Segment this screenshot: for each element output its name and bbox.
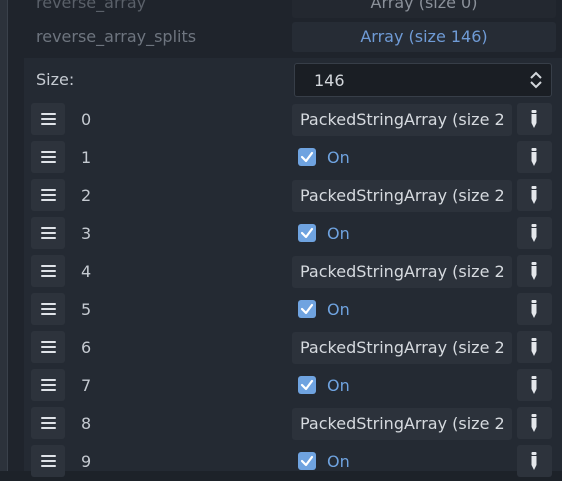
pencil-icon xyxy=(531,262,537,280)
checkbox-label[interactable]: On xyxy=(327,224,350,243)
array-element-row: 1 On xyxy=(24,139,562,177)
type-selector-button[interactable] xyxy=(517,445,552,477)
element-index: 5 xyxy=(81,300,92,319)
element-value-field[interactable]: PackedStringArray (size 2 xyxy=(292,332,512,364)
element-index: 6 xyxy=(81,338,92,357)
property-name: reverse_array xyxy=(36,0,147,12)
array-element-row: 4 PackedStringArray (size 2 xyxy=(24,253,562,291)
array-element-row: 6 PackedStringArray (size 2 xyxy=(24,329,562,367)
drag-handle-icon[interactable] xyxy=(31,407,65,439)
checkbox-label[interactable]: On xyxy=(327,148,350,167)
size-value[interactable]: 146 xyxy=(314,71,345,90)
spinner-arrows-icon[interactable] xyxy=(529,71,543,89)
element-index: 1 xyxy=(81,148,92,167)
type-selector-button[interactable] xyxy=(517,179,552,211)
element-value-field[interactable]: PackedStringArray (size 2 xyxy=(292,180,512,212)
property-value-button[interactable]: Array (size 0) xyxy=(292,0,556,18)
pencil-icon xyxy=(531,148,537,166)
array-element-row: 5 On xyxy=(24,291,562,329)
element-index: 7 xyxy=(81,376,92,395)
drag-handle-icon[interactable] xyxy=(31,445,65,477)
checkbox-label[interactable]: On xyxy=(327,376,350,395)
check-icon xyxy=(300,455,314,467)
checkbox-checked[interactable] xyxy=(298,300,316,318)
check-icon xyxy=(300,227,314,239)
element-index: 4 xyxy=(81,262,92,281)
checkbox-checked[interactable] xyxy=(298,376,316,394)
drag-handle-icon[interactable] xyxy=(31,179,65,211)
element-value-field[interactable]: PackedStringArray (size 2 xyxy=(292,408,512,440)
drag-handle-icon[interactable] xyxy=(31,103,65,135)
type-selector-button[interactable] xyxy=(517,103,552,135)
checkbox-label[interactable]: On xyxy=(327,300,350,319)
check-icon xyxy=(300,151,314,163)
type-selector-button[interactable] xyxy=(517,217,552,249)
type-selector-button[interactable] xyxy=(517,255,552,287)
type-selector-button[interactable] xyxy=(517,369,552,401)
type-selector-button[interactable] xyxy=(517,331,552,363)
drag-handle-icon[interactable] xyxy=(31,293,65,325)
property-value-button[interactable]: Array (size 146) xyxy=(292,22,556,52)
checkbox-checked[interactable] xyxy=(298,224,316,242)
checkbox-checked[interactable] xyxy=(298,148,316,166)
check-icon xyxy=(300,303,314,315)
property-name: reverse_array_splits xyxy=(36,27,197,46)
element-index: 0 xyxy=(81,110,92,129)
element-index: 3 xyxy=(81,224,92,243)
element-index: 2 xyxy=(81,186,92,205)
drag-handle-icon[interactable] xyxy=(31,369,65,401)
property-row-reverse-array-splits: reverse_array_splits Array (size 146) xyxy=(24,22,562,52)
drag-handle-icon[interactable] xyxy=(31,255,65,287)
element-value-field[interactable]: PackedStringArray (size 2 xyxy=(292,104,512,136)
drag-handle-icon[interactable] xyxy=(31,217,65,249)
pencil-icon xyxy=(531,414,537,432)
array-element-row: 3 On xyxy=(24,215,562,253)
array-element-row: 7 On xyxy=(24,367,562,405)
pencil-icon xyxy=(531,110,537,128)
checkbox-checked[interactable] xyxy=(298,452,316,470)
drag-handle-icon[interactable] xyxy=(31,141,65,173)
property-row-reverse-array: reverse_array Array (size 0) xyxy=(24,0,562,18)
pencil-icon xyxy=(531,452,537,470)
pencil-icon xyxy=(531,338,537,356)
pencil-icon xyxy=(531,224,537,242)
element-index: 9 xyxy=(81,452,92,471)
type-selector-button[interactable] xyxy=(517,141,552,173)
array-element-row: 9 On xyxy=(24,443,562,481)
checkbox-label[interactable]: On xyxy=(327,452,350,471)
array-element-row: 2 PackedStringArray (size 2 xyxy=(24,177,562,215)
pencil-icon xyxy=(531,376,537,394)
drag-handle-icon[interactable] xyxy=(31,331,65,363)
type-selector-button[interactable] xyxy=(517,293,552,325)
element-value-field[interactable]: PackedStringArray (size 2 xyxy=(292,256,512,288)
size-label: Size: xyxy=(36,70,75,89)
array-element-row: 8 PackedStringArray (size 2 xyxy=(24,405,562,443)
type-selector-button[interactable] xyxy=(517,407,552,439)
size-spinbox[interactable]: 146 xyxy=(294,63,552,97)
element-index: 8 xyxy=(81,414,92,433)
pencil-icon xyxy=(531,300,537,318)
left-edge-strip xyxy=(0,0,7,471)
pencil-icon xyxy=(531,186,537,204)
array-element-row: 0 PackedStringArray (size 2 xyxy=(24,101,562,139)
check-icon xyxy=(300,379,314,391)
